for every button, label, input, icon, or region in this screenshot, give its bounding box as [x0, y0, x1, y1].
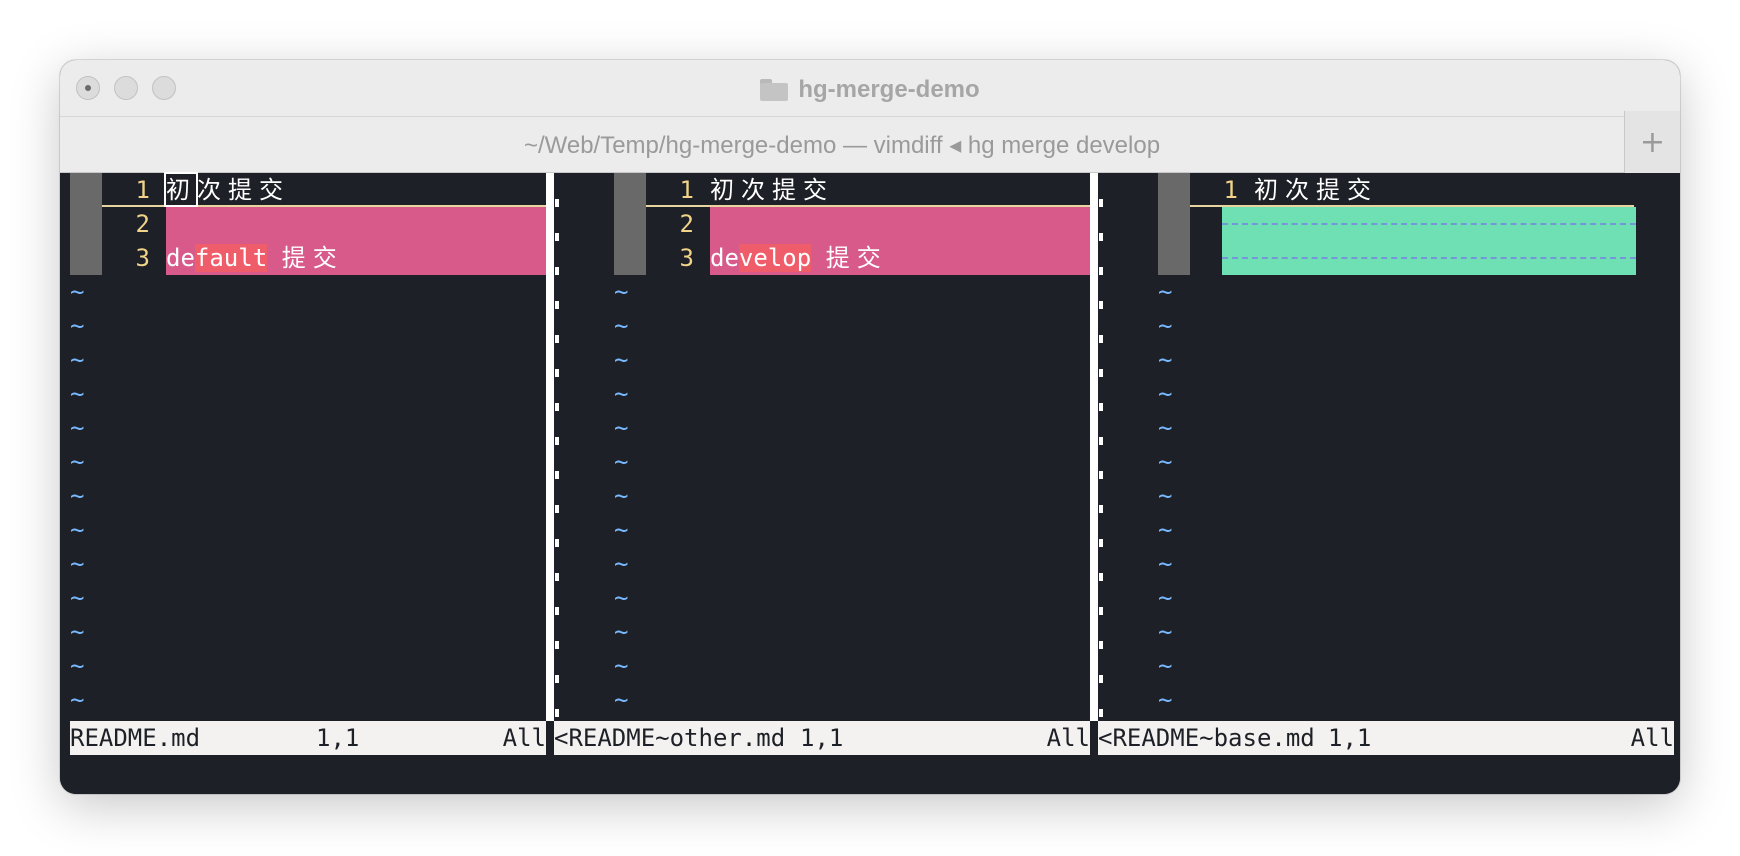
- tab-active[interactable]: ~/Web/Temp/hg-merge-demo — vimdiff ◂ hg …: [60, 117, 1624, 174]
- line-number: 3: [135, 244, 150, 272]
- tab-bar: ~/Web/Temp/hg-merge-demo — vimdiff ◂ hg …: [60, 111, 1680, 174]
- separator-line: [1099, 173, 1103, 721]
- line-text: develop 提交: [710, 244, 888, 272]
- diff-pane-local[interactable]: 1 初次提交 2 3 default 提交 ~ ~ ~ ~ ~ ~ ~ ~ ~ ~ ~ ~ ~: [70, 173, 546, 721]
- vertical-split-separator[interactable]: [1090, 173, 1098, 721]
- status-filename: README.md: [70, 724, 201, 752]
- window-title: hg-merge-demo: [798, 76, 980, 103]
- line-text: default 提交: [166, 244, 344, 272]
- buffer-line[interactable]: 1 初次提交: [102, 173, 546, 207]
- buffer-line[interactable]: 3 default 提交: [102, 241, 546, 275]
- diff-text-highlight: velop: [738, 244, 812, 272]
- status-scroll: All: [1630, 724, 1674, 752]
- status-filename: <README~other.md: [554, 724, 786, 752]
- status-line-other: <README~other.md 1,1 All: [554, 721, 1090, 755]
- line-text: 初次提交: [166, 176, 290, 204]
- new-tab-button[interactable]: +: [1624, 111, 1680, 174]
- line-number: 3: [679, 244, 694, 272]
- terminal-window: hg-merge-demo ~/Web/Temp/hg-merge-demo —…: [60, 60, 1680, 794]
- empty-line-markers: ~ ~ ~ ~ ~ ~ ~ ~ ~ ~ ~ ~ ~: [1158, 278, 1173, 714]
- status-cursor-position: 1,1: [316, 724, 360, 752]
- vimdiff-area[interactable]: 1 初次提交 2 3 default 提交 ~ ~ ~ ~ ~ ~ ~ ~ ~ ~ ~ ~ ~: [60, 173, 1680, 794]
- status-scroll: All: [502, 724, 546, 752]
- buffer-line[interactable]: 2: [646, 207, 1090, 241]
- diff-change-highlight: [710, 207, 1090, 241]
- buffer-line[interactable]: 1 初次提交: [646, 173, 1090, 207]
- status-cursor-position: 1,1: [1328, 724, 1372, 752]
- folder-icon: [760, 79, 789, 101]
- fold-column: [1158, 173, 1190, 275]
- status-line-local: README.md 1,1 All: [70, 721, 546, 755]
- diff-deleted-filler: [1222, 207, 1636, 241]
- status-filename: <README~base.md: [1098, 724, 1315, 752]
- line-number: 2: [135, 210, 150, 238]
- empty-line-markers: ~ ~ ~ ~ ~ ~ ~ ~ ~ ~ ~ ~ ~: [614, 278, 629, 714]
- status-cursor-position: 1,1: [800, 724, 844, 752]
- status-scroll: All: [1046, 724, 1090, 752]
- line-text: 初次提交: [1254, 176, 1378, 204]
- separator-line: [555, 173, 559, 721]
- line-number: 1: [679, 176, 694, 204]
- line-number: 1: [135, 176, 150, 204]
- diff-change-highlight: [166, 207, 546, 241]
- fold-column: [70, 173, 102, 275]
- title-bar: hg-merge-demo ~/Web/Temp/hg-merge-demo —…: [60, 60, 1680, 174]
- status-line-base: <README~base.md 1,1 All: [1098, 721, 1674, 755]
- line-text: 初次提交: [710, 176, 834, 204]
- text-cursor: 初: [166, 176, 197, 204]
- vertical-split-separator[interactable]: [546, 173, 554, 721]
- line-number: 2: [679, 210, 694, 238]
- buffer-line[interactable]: 3 develop 提交: [646, 241, 1090, 275]
- diff-pane-other[interactable]: 1 初次提交 2 3 develop 提交 ~ ~ ~ ~ ~ ~ ~ ~ ~ ~ ~ ~ ~: [614, 173, 1090, 721]
- line-number: 1: [1223, 176, 1238, 204]
- buffer-line[interactable]: 2: [102, 207, 546, 241]
- diff-pane-base[interactable]: 1 初次提交 ~ ~ ~ ~ ~ ~ ~ ~ ~ ~ ~ ~ ~: [1158, 173, 1636, 721]
- window-title-row: hg-merge-demo: [60, 72, 1680, 108]
- buffer-line[interactable]: 1 初次提交: [1190, 173, 1634, 207]
- fold-column: [614, 173, 646, 275]
- diff-text-highlight: fault: [194, 244, 268, 272]
- empty-line-markers: ~ ~ ~ ~ ~ ~ ~ ~ ~ ~ ~ ~ ~: [70, 278, 85, 714]
- diff-deleted-filler: [1222, 241, 1636, 275]
